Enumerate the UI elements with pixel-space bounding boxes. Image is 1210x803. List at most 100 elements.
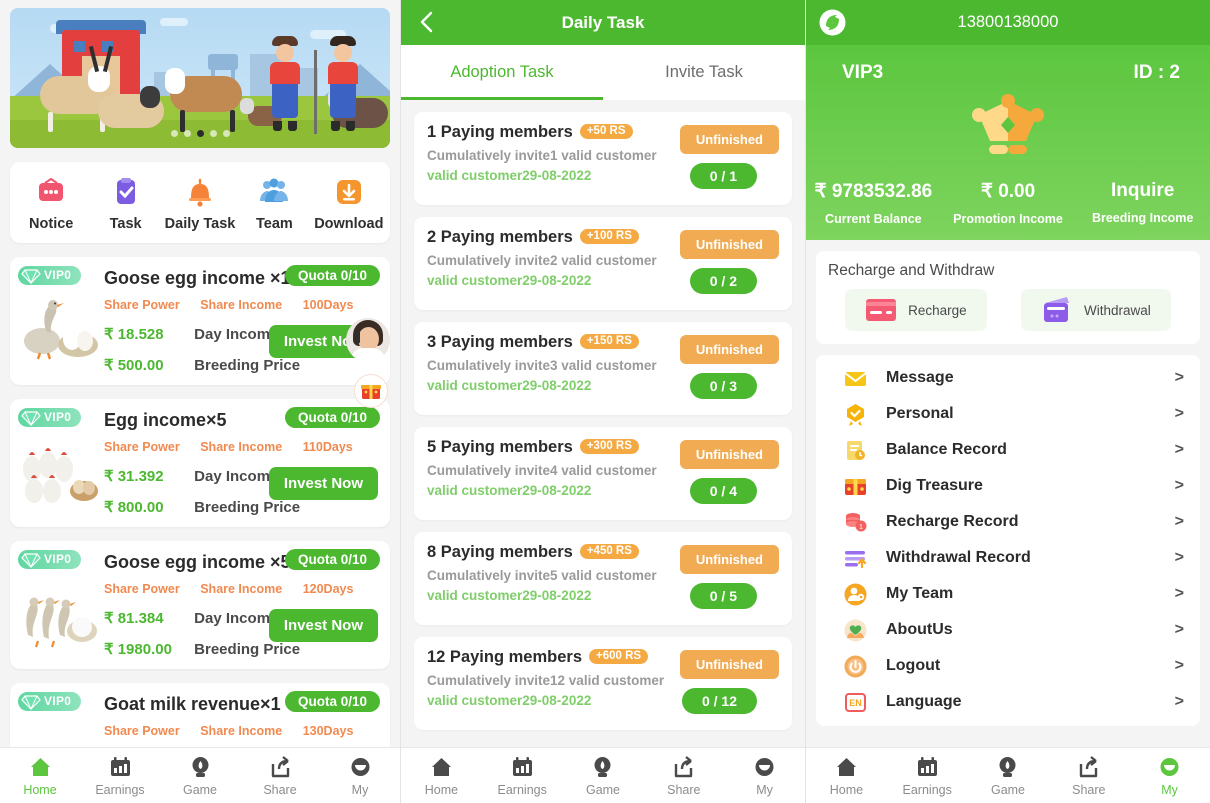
product-card[interactable]: VIP0 Egg income×5 Quota 0/10 Share Power… [10,399,390,527]
product-attrs: Share Power Share Income 100Days [104,298,380,312]
home-icon [806,754,887,780]
envelope-icon [844,371,867,386]
nav-earnings[interactable]: Earnings [887,754,968,797]
customer-service-avatar[interactable] [346,318,390,362]
hands-heart-icon [844,619,867,641]
page-title: Daily Task [561,12,645,32]
task-reward-badge: +150 RS [579,333,639,349]
task-status-button[interactable]: Unfinished [679,335,779,364]
gem-icon [21,695,41,711]
menu-item-about-us[interactable]: AboutUs > [816,612,1200,648]
product-card[interactable]: VIP0 Goose egg income ×5 Quota 0/10 Shar… [10,541,390,669]
menu-item-recharge-record[interactable]: 1 Recharge Record > [816,504,1200,540]
menu-item-logout[interactable]: Logout > [816,648,1200,684]
withdrawal-label: Withdrawal [1084,302,1151,318]
task-card[interactable]: 1 Paying members +50 RS Cumulatively invi… [414,112,792,205]
stat-value: Inquire [1111,180,1175,201]
task-card[interactable]: 8 Paying members +450 RS Cumulatively inv… [414,532,792,625]
tab-adoption-task[interactable]: Adoption Task [401,45,603,100]
task-tabs: Adoption Task Invite Task [401,45,805,100]
menu-item-my-team[interactable]: My Team > [816,576,1200,612]
nav-label: Game [182,783,218,797]
menu-item-language[interactable]: EN Language > [816,684,1200,720]
task-status-button[interactable]: Unfinished [679,230,779,259]
product-title: Goose egg income ×1 [104,268,291,288]
shepherd-staff [314,50,317,134]
invest-now-button[interactable]: Invest Now [268,467,378,500]
nav-home[interactable]: Home [0,754,80,797]
menu-label: Dig Treasure [886,477,983,494]
quick-action-label: Task [109,216,142,232]
nav-share[interactable]: Share [643,754,724,797]
nav-game[interactable]: Game [160,754,240,797]
invest-now-button[interactable]: Invest Now [268,609,378,642]
nav-my[interactable]: My [724,754,805,797]
quick-action-label: Download [314,216,384,232]
task-title: 1 Paying members [427,123,573,141]
quick-action-team[interactable]: Team [237,175,311,232]
product-card[interactable]: VIP0 Goose egg income ×1 Quota 0/10 Shar… [10,257,390,385]
home-icon [401,754,482,780]
breeding-price-amount: ₹ 800.00 [104,499,164,516]
carousel-dots[interactable] [10,124,390,142]
account-phone: 13800138000 [957,13,1059,31]
task-status-button[interactable]: Unfinished [679,440,779,469]
quick-action-download[interactable]: Download [312,175,386,232]
day-income-amount: ₹ 31.392 [104,468,164,485]
menu-item-personal[interactable]: Personal > [816,396,1200,432]
product-title: Goat milk revenue×1 [104,694,281,714]
share-power-label: Share Power [104,582,180,596]
nav-my[interactable]: My [1129,754,1210,797]
menu-item-message[interactable]: Message > [816,360,1200,396]
task-status-button[interactable]: Unfinished [679,545,779,574]
earnings-icon [80,754,160,780]
chevron-right-icon: > [1174,549,1184,566]
nav-earnings[interactable]: Earnings [482,754,563,797]
nav-my[interactable]: My [320,754,400,797]
share-icon [1048,754,1129,780]
quick-action-daily-task[interactable]: Daily Task [163,175,237,232]
task-title: 12 Paying members [427,648,582,666]
menu-label: Personal [886,405,954,422]
menu-item-balance-record[interactable]: Balance Record > [816,432,1200,468]
nav-home[interactable]: Home [401,754,482,797]
task-progress-badge: 0 / 2 [689,268,757,294]
sheep-head [140,86,160,108]
tab-invite-task[interactable]: Invite Task [603,45,805,100]
menu-item-dig-treasure[interactable]: Dig Treasure > [816,468,1200,504]
withdrawal-button[interactable]: Withdrawal [1021,289,1171,331]
nav-home[interactable]: Home [806,754,887,797]
home-icon [0,754,80,780]
quick-action-task[interactable]: Task [88,175,162,232]
task-card[interactable]: 5 Paying members +300 RS Cumulatively inv… [414,427,792,520]
gift-icon[interactable] [354,374,388,408]
recharge-button[interactable]: Recharge [845,289,987,331]
farm-banner-carousel[interactable] [10,8,390,148]
nav-share[interactable]: Share [240,754,320,797]
nav-share[interactable]: Share [1048,754,1129,797]
nav-game[interactable]: Game [563,754,644,797]
task-card[interactable]: 12 Paying members +600 RS Cumulatively in… [414,637,792,730]
stat-label: Promotion Income [953,212,1063,226]
earnings-icon [887,754,968,780]
back-chevron-icon[interactable] [414,9,440,35]
menu-item-withdrawal-record[interactable]: Withdrawal Record > [816,540,1200,576]
quick-action-notice[interactable]: Notice [14,175,88,232]
task-card[interactable]: 3 Paying members +150 RS Cumulatively inv… [414,322,792,415]
coins-icon: 1 [846,512,867,531]
nav-earnings[interactable]: Earnings [80,754,160,797]
menu-label: My Team [886,585,954,602]
task-status-button[interactable]: Unfinished [679,650,779,679]
chevron-right-icon: > [1174,621,1184,638]
stat-breeding-income[interactable]: Inquire Breeding Income [1075,180,1210,226]
share-income-label: Share Income [200,582,283,596]
nav-label: Share [1072,783,1106,797]
task-reward-badge: +100 RS [579,228,639,244]
svg-text:EN: EN [849,698,862,708]
stat-label: Current Balance [825,212,922,226]
nav-label: Share [263,783,297,797]
nav-game[interactable]: Game [968,754,1049,797]
task-status-button[interactable]: Unfinished [679,125,779,154]
task-card[interactable]: 2 Paying members +100 RS Cumulatively inv… [414,217,792,310]
product-attrs: Share Power Share Income 120Days [104,582,380,596]
